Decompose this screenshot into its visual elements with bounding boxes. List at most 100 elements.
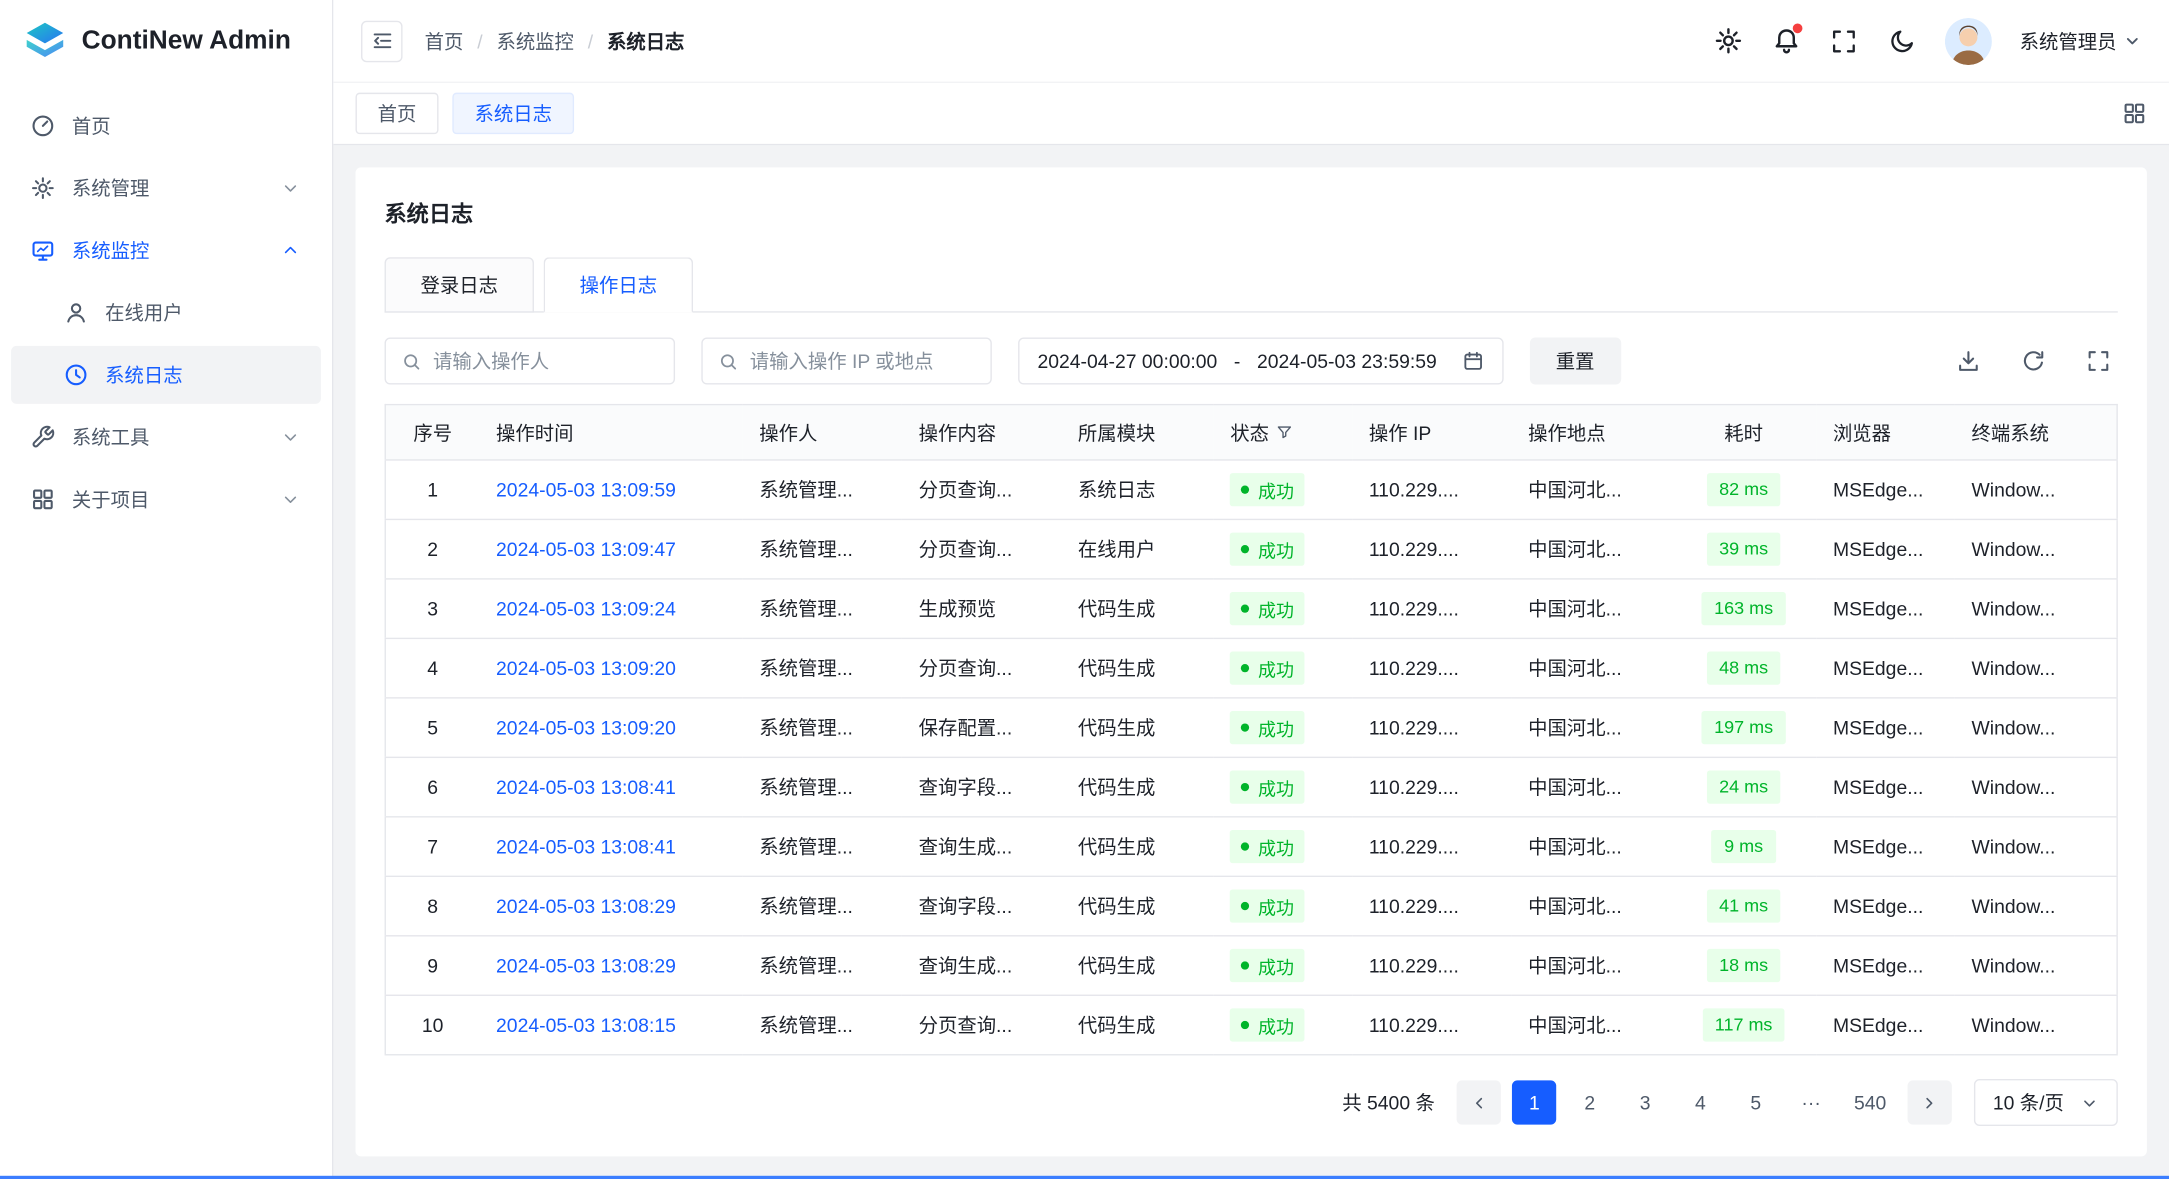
status-dot: [1241, 664, 1249, 672]
cell-cost: 117 ms: [1671, 995, 1816, 1054]
cell-content: 查询字段...: [902, 757, 1061, 816]
page-button[interactable]: 3: [1623, 1080, 1667, 1124]
cell-content: 保存配置...: [902, 698, 1061, 757]
log-time-link[interactable]: 2024-05-03 13:09:24: [496, 598, 676, 620]
dashboard-icon: [30, 113, 55, 138]
app-window: ContiNew Admin 首页 系统管理: [0, 0, 2169, 1179]
cell-status: 成功: [1214, 579, 1353, 638]
cell-browser: MSEdge...: [1816, 579, 1955, 638]
breadcrumb-item[interactable]: 系统监控: [496, 27, 573, 55]
chevron-down-icon: [2123, 32, 2141, 50]
tab-list-grid-icon[interactable]: [2122, 101, 2147, 126]
page-ellipsis[interactable]: ···: [1789, 1080, 1833, 1124]
sidebar-item-system-log[interactable]: 系统日志: [11, 346, 321, 404]
breadcrumb-item[interactable]: 首页: [425, 27, 464, 55]
log-time-link[interactable]: 2024-05-03 13:09:20: [496, 717, 676, 739]
date-start-value: 2024-04-27 00:00:00: [1037, 350, 1217, 372]
download-icon[interactable]: [1949, 342, 1988, 381]
pagination: 共 5400 条 1 2 3 4 5 ··· 540 10 条/页: [385, 1079, 2118, 1126]
total-count: 共 5400 条: [1342, 1089, 1435, 1117]
notification-badge: [1793, 23, 1803, 33]
sidebar-item-system-tools[interactable]: 系统工具: [11, 408, 321, 466]
cell-os: Window...: [1955, 936, 2117, 995]
refresh-icon[interactable]: [2014, 342, 2053, 381]
date-range-picker[interactable]: 2024-04-27 00:00:00 - 2024-05-03 23:59:5…: [1018, 338, 1503, 385]
tab-label: 登录日志: [421, 274, 498, 296]
cell-operator: 系统管理...: [743, 460, 902, 519]
page-tab-system-log[interactable]: 系统日志: [452, 93, 574, 134]
cell-no: 1: [385, 460, 479, 519]
ip-search-field[interactable]: [701, 338, 991, 385]
expand-table-icon[interactable]: [2079, 342, 2118, 381]
sidebar-menu: 首页 系统管理 系统监控: [0, 83, 332, 546]
log-time-link[interactable]: 2024-05-03 13:08:29: [496, 895, 676, 917]
sidebar-collapse-button[interactable]: [361, 20, 402, 61]
operator-search-field[interactable]: [385, 338, 675, 385]
user-menu[interactable]: 系统管理员: [2020, 27, 2142, 55]
page-button[interactable]: 4: [1678, 1080, 1722, 1124]
page-title: 系统日志: [385, 195, 2118, 228]
cell-browser: MSEdge...: [1816, 460, 1955, 519]
sidebar-item-system-monitor[interactable]: 系统监控: [11, 221, 321, 279]
cell-cost: 82 ms: [1671, 460, 1816, 519]
content-area: 系统日志 登录日志 操作日志: [333, 145, 2169, 1179]
col-header: 状态: [1230, 418, 1269, 446]
page-size-select[interactable]: 10 条/页: [1973, 1079, 2117, 1126]
tab-login-log[interactable]: 登录日志: [385, 257, 534, 312]
user-name: 系统管理员: [2020, 27, 2117, 55]
cell-no: 3: [385, 579, 479, 638]
status-badge: 成功: [1230, 889, 1305, 922]
cell-location: 中国河北...: [1512, 876, 1671, 935]
status-badge: 成功: [1230, 473, 1305, 506]
app-logo[interactable]: ContiNew Admin: [0, 0, 332, 83]
next-page-button[interactable]: [1907, 1080, 1951, 1124]
log-time-link[interactable]: 2024-05-03 13:09:59: [496, 479, 676, 501]
cell-content: 生成预览: [902, 579, 1061, 638]
cell-operator: 系统管理...: [743, 936, 902, 995]
log-time-link[interactable]: 2024-05-03 13:09:20: [496, 657, 676, 679]
cell-ip: 110.229....: [1352, 460, 1511, 519]
sidebar-item-home[interactable]: 首页: [11, 97, 321, 155]
tab-operation-log[interactable]: 操作日志: [544, 257, 693, 312]
page-button[interactable]: 2: [1568, 1080, 1612, 1124]
cost-badge: 163 ms: [1702, 592, 1786, 625]
avatar[interactable]: [1945, 17, 1992, 64]
log-time-link[interactable]: 2024-05-03 13:08:41: [496, 776, 676, 798]
status-filter-icon[interactable]: [1276, 423, 1294, 441]
page-button[interactable]: 540: [1844, 1080, 1896, 1124]
cell-cost: 163 ms: [1671, 579, 1816, 638]
status-dot: [1241, 604, 1249, 612]
reset-button[interactable]: 重置: [1529, 338, 1620, 385]
fullscreen-icon[interactable]: [1829, 26, 1859, 56]
ip-search-input[interactable]: [750, 350, 975, 372]
log-time-link[interactable]: 2024-05-03 13:09:47: [496, 538, 676, 560]
settings-icon[interactable]: [1713, 26, 1743, 56]
cell-location: 中国河北...: [1512, 579, 1671, 638]
cost-badge: 39 ms: [1707, 533, 1781, 566]
log-time-link[interactable]: 2024-05-03 13:08:41: [496, 836, 676, 858]
cell-location: 中国河北...: [1512, 460, 1671, 519]
log-time-link[interactable]: 2024-05-03 13:08:29: [496, 954, 676, 976]
page-tab-home[interactable]: 首页: [356, 93, 439, 134]
notification-bell-icon[interactable]: [1771, 26, 1801, 56]
cell-content: 分页查询...: [902, 460, 1061, 519]
cell-browser: MSEdge...: [1816, 757, 1955, 816]
log-time-link[interactable]: 2024-05-03 13:08:15: [496, 1014, 676, 1036]
status-badge: 成功: [1230, 949, 1305, 982]
cell-no: 5: [385, 698, 479, 757]
page-button[interactable]: 1: [1512, 1080, 1556, 1124]
sidebar-item-system-management[interactable]: 系统管理: [11, 159, 321, 217]
gear-icon: [30, 176, 55, 201]
page-button[interactable]: 5: [1734, 1080, 1778, 1124]
cell-browser: MSEdge...: [1816, 817, 1955, 876]
sidebar-item-about-project[interactable]: 关于项目: [11, 470, 321, 528]
dark-mode-moon-icon[interactable]: [1887, 26, 1917, 56]
prev-page-button[interactable]: [1457, 1080, 1501, 1124]
cell-no: 4: [385, 638, 479, 697]
sidebar-item-label: 关于项目: [72, 486, 263, 514]
cell-no: 7: [385, 817, 479, 876]
sidebar-item-online-users[interactable]: 在线用户: [11, 284, 321, 342]
cell-cost: 9 ms: [1671, 817, 1816, 876]
cell-operator: 系统管理...: [743, 757, 902, 816]
operator-search-input[interactable]: [433, 350, 658, 372]
